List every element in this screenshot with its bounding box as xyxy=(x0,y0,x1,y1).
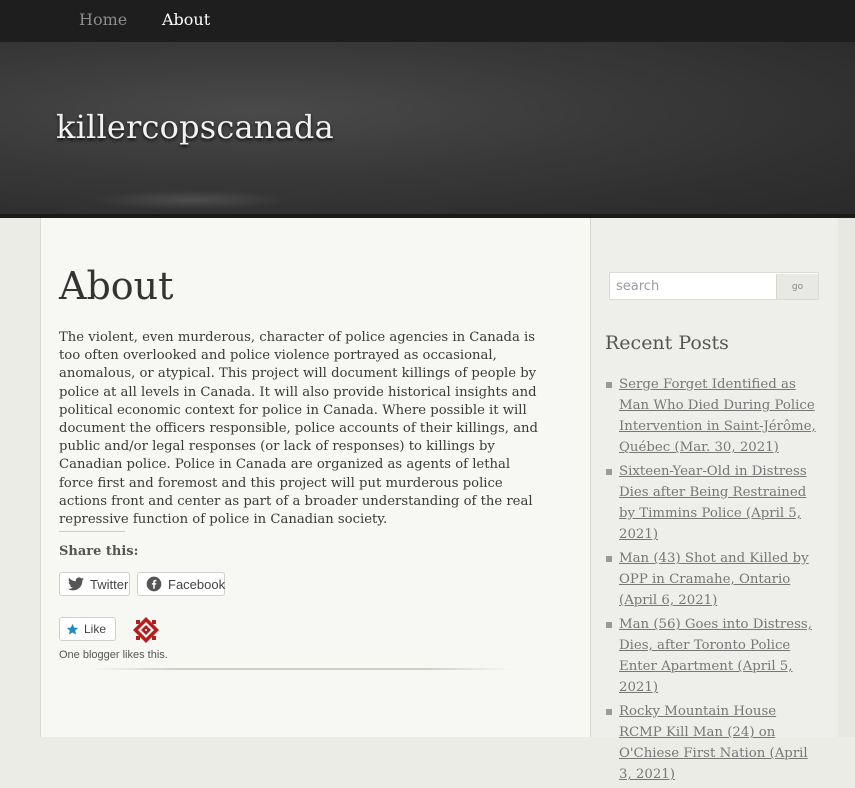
search-button[interactable]: go xyxy=(776,274,818,299)
nav-item-home[interactable]: Home xyxy=(79,10,127,29)
like-button[interactable]: Like xyxy=(59,617,116,641)
recent-post-link[interactable]: Man (56) Goes into Distress, Dies, after… xyxy=(619,617,812,695)
recent-post-link[interactable]: Sixteen-Year-Old in Distress Dies after … xyxy=(619,464,807,542)
like-button-label: Like xyxy=(84,622,107,636)
share-divider xyxy=(59,531,125,532)
star-icon xyxy=(66,623,79,636)
list-item: Rocky Mountain House RCMP Kill Man (24) … xyxy=(605,701,820,785)
share-facebook-label: Facebook xyxy=(168,576,226,592)
site-title[interactable]: killercopscanada xyxy=(56,108,334,146)
page-title: About xyxy=(59,264,174,308)
search-input[interactable] xyxy=(610,273,775,299)
recent-post-link[interactable]: Man (43) Shot and Killed by OPP in Crama… xyxy=(619,551,809,608)
main-content: About The violent, even murderous, chara… xyxy=(40,218,591,737)
list-item: Man (43) Shot and Killed by OPP in Crama… xyxy=(605,548,820,611)
avatar[interactable] xyxy=(132,616,160,644)
bullet-icon xyxy=(606,709,612,715)
bullet-icon xyxy=(606,622,612,628)
avatar-pattern-icon xyxy=(132,616,160,644)
page-edge xyxy=(838,218,855,737)
header-glow xyxy=(90,190,290,210)
nav-item-about[interactable]: About xyxy=(162,10,210,29)
list-item: Man (56) Goes into Distress, Dies, after… xyxy=(605,614,820,698)
page-body-text: The violent, even murderous, character o… xyxy=(59,330,538,528)
bullet-icon xyxy=(606,382,612,388)
facebook-icon xyxy=(146,576,162,592)
bullet-icon xyxy=(606,469,612,475)
recent-post-link[interactable]: Serge Forget Identified as Man Who Died … xyxy=(619,377,816,455)
recent-posts-list: Serge Forget Identified as Man Who Died … xyxy=(605,374,820,788)
share-twitter-label: Twitter xyxy=(90,576,129,592)
list-item: Sixteen-Year-Old in Distress Dies after … xyxy=(605,461,820,545)
share-twitter-button[interactable]: Twitter xyxy=(59,572,130,596)
top-navigation: Home About xyxy=(0,0,855,43)
share-title: Share this: xyxy=(59,544,139,559)
search-form: go xyxy=(609,272,819,300)
site-header: killercopscanada xyxy=(0,42,855,218)
bullet-icon xyxy=(606,556,612,562)
sidebar: go Recent Posts Serge Forget Identified … xyxy=(590,218,839,782)
recent-post-link[interactable]: Rocky Mountain House RCMP Kill Man (24) … xyxy=(619,704,808,782)
content-divider xyxy=(91,668,511,670)
recent-posts-title: Recent Posts xyxy=(605,332,729,354)
twitter-icon xyxy=(68,577,84,591)
list-item: Serge Forget Identified as Man Who Died … xyxy=(605,374,820,458)
likes-summary: One blogger likes this. xyxy=(59,649,168,661)
share-facebook-button[interactable]: Facebook xyxy=(137,572,225,596)
